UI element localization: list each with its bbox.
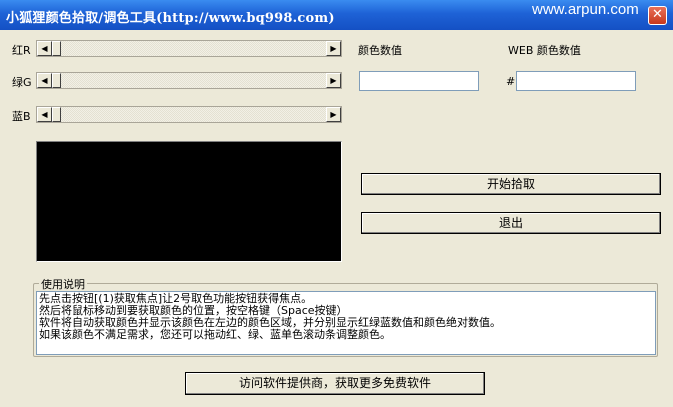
red-scroll-thumb[interactable]	[52, 41, 61, 56]
window-title: 小狐狸颜色拾取/调色工具(http://www.bq998.com)	[6, 11, 335, 26]
instructions-text[interactable]: 先点击按钮[(1)获取焦点]让2号取色功能按钮获得焦点。 然后将鼠标移动到要获取…	[36, 291, 656, 355]
web-value-label: WEB 颜色数值	[508, 44, 581, 57]
red-scrollbar[interactable]: ◀ ▶	[36, 40, 342, 57]
green-scroll-thumb[interactable]	[52, 73, 61, 88]
red-scroll-left-icon[interactable]: ◀	[37, 41, 52, 56]
start-pick-button[interactable]: 开始拾取	[361, 173, 661, 195]
color-preview	[36, 141, 342, 262]
green-scroll-left-icon[interactable]: ◀	[37, 73, 52, 88]
green-scroll-right-icon[interactable]: ▶	[326, 73, 341, 88]
web-value-input[interactable]	[516, 71, 636, 91]
watermark-text: www.arpun.com	[532, 1, 639, 18]
blue-scroll-left-icon[interactable]: ◀	[37, 107, 52, 122]
exit-button[interactable]: 退出	[361, 212, 661, 234]
close-button[interactable]: ✕	[648, 6, 667, 25]
blue-scroll-thumb[interactable]	[52, 107, 61, 122]
blue-scroll-right-icon[interactable]: ▶	[326, 107, 341, 122]
green-label: 绿G	[12, 76, 32, 89]
color-value-label: 颜色数值	[358, 44, 402, 57]
instructions-title: 使用说明	[39, 276, 87, 292]
blue-scrollbar[interactable]: ◀ ▶	[36, 106, 342, 123]
blue-label: 蓝B	[12, 110, 31, 123]
close-icon: ✕	[652, 7, 663, 22]
green-scrollbar[interactable]: ◀ ▶	[36, 72, 342, 89]
red-scroll-right-icon[interactable]: ▶	[326, 41, 341, 56]
title-bar[interactable]: 小狐狸颜色拾取/调色工具(http://www.bq998.com) www.a…	[0, 0, 673, 30]
red-label: 红R	[12, 44, 31, 57]
visit-provider-button[interactable]: 访问软件提供商，获取更多免费软件	[185, 372, 485, 395]
color-value-input[interactable]	[359, 71, 479, 91]
hash-prefix: #	[506, 75, 516, 88]
instruction-line: 如果该颜色不满足需求，您还可以拖动红、绿、蓝单色滚动条调整颜色。	[39, 328, 391, 341]
